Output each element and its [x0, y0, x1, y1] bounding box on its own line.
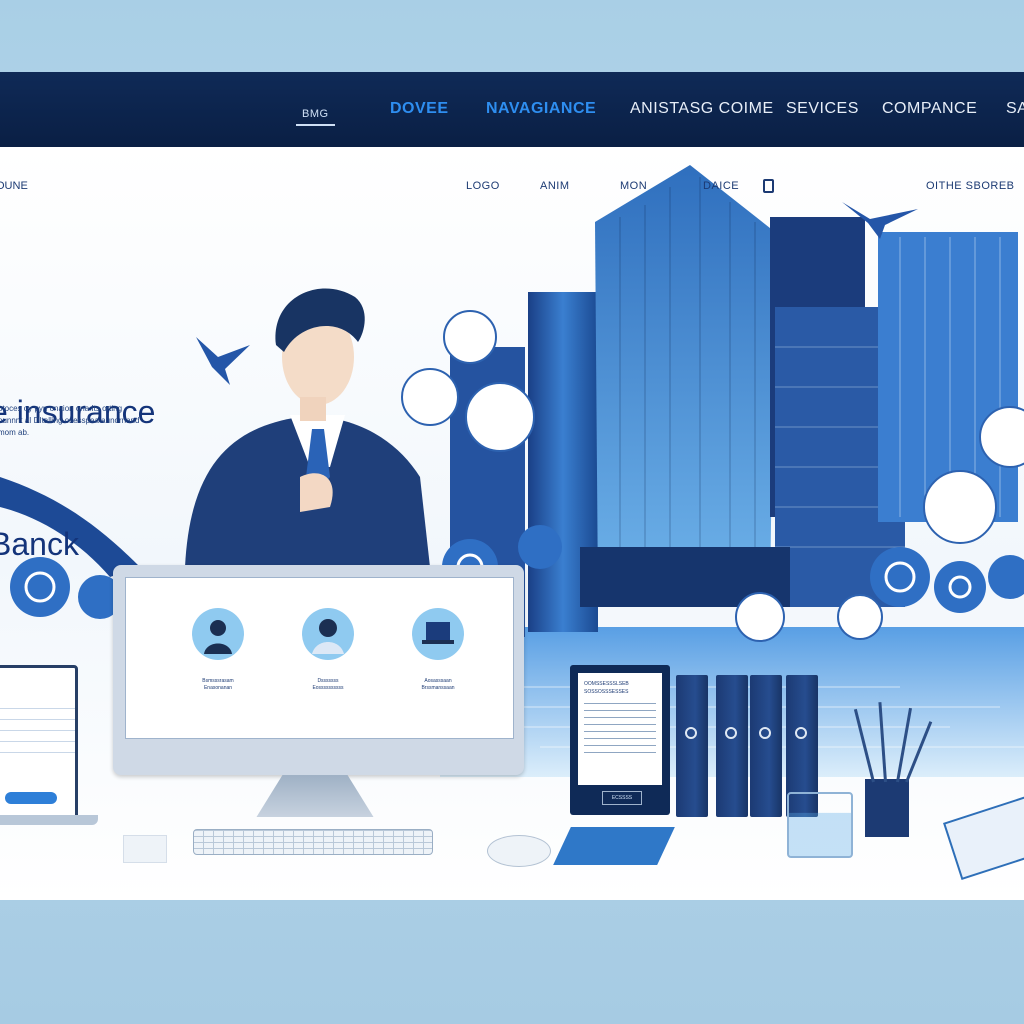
- nav-item-navagiance[interactable]: NAVAGIANCE: [486, 100, 596, 118]
- page-canvas: OUNE LOGO ANIM MON DAICE OITHE SBOREB e …: [0, 147, 1024, 900]
- cloud-swirl: [735, 592, 785, 642]
- nav-item-services[interactable]: SEVICES: [786, 100, 859, 118]
- wave-swirl: [934, 561, 986, 613]
- cloud-swirl: [443, 310, 497, 364]
- subnav-item-search[interactable]: OITHE SBOREB: [926, 180, 1015, 192]
- businessman-illustration: [185, 288, 430, 567]
- document-button[interactable]: ECSSSS: [602, 791, 642, 805]
- cloud-swirl: [465, 382, 535, 452]
- document-subheading: SOSSOSSSESSES: [584, 689, 629, 695]
- laptop: [0, 665, 78, 819]
- wave-swirl: [870, 547, 930, 607]
- binder: [716, 675, 748, 817]
- binder: [676, 675, 708, 817]
- hero-text-line1: otoces oy pyn onaion ona Its orting: [0, 404, 123, 413]
- cloud-swirl: [923, 470, 997, 544]
- subnav-item-mon[interactable]: MON: [620, 180, 647, 192]
- subnav-item-daice[interactable]: DAICE: [703, 180, 739, 192]
- hero-title-line2: Banck: [0, 526, 79, 562]
- document-display: OOMSSESSSLSEB SOSSOSSSESSES ECSSSS: [570, 665, 670, 815]
- mouse: [487, 835, 551, 867]
- document-paper: OOMSSESSSLSEB SOSSOSSSESSES: [578, 673, 662, 785]
- profile-sublabel: Brssmanssaan: [421, 685, 455, 691]
- laptop-base: [0, 815, 98, 825]
- nav-item-dovee[interactable]: DOVEE: [390, 100, 449, 118]
- profile-label: Bsmsssrasam: [202, 678, 234, 684]
- profile-sublabel: Enasonanan: [203, 685, 233, 691]
- hero-text-line3: mom ab.: [0, 428, 30, 437]
- monitor-screen: Bsmsssrasam Enasonanan Dsssssss Eossssss…: [125, 577, 514, 739]
- cloud-swirl: [401, 368, 459, 426]
- square-icon[interactable]: [763, 179, 774, 193]
- laptop-icon: [412, 608, 464, 660]
- user-icon: [302, 608, 354, 660]
- wave-swirl: [988, 555, 1024, 599]
- profile-card[interactable]: Aosasssaan Brssmanssaan: [403, 608, 473, 692]
- mousepad: [553, 827, 675, 865]
- business-card: [123, 835, 167, 863]
- person-icon: [192, 608, 244, 660]
- document-heading: OOMSSESSSLSEB: [584, 681, 629, 687]
- profile-card[interactable]: Bsmsssrasam Enasonanan: [183, 608, 253, 692]
- subnav-item-logo[interactable]: LOGO: [466, 180, 500, 192]
- profile-label: Dsssssss: [317, 678, 339, 684]
- wave-swirl: [518, 525, 562, 569]
- cloud-swirl: [837, 594, 883, 640]
- nav-item-anistasg-coime[interactable]: ANISTASG COIME: [630, 100, 774, 118]
- profile-card[interactable]: Dsssssss Eossssssssss: [293, 608, 363, 692]
- water-glass: [787, 792, 853, 858]
- top-navigation-bar: BMG DOVEE NAVAGIANCE ANISTASG COIME SEVI…: [0, 72, 1024, 147]
- subnav-item-anim[interactable]: ANIM: [540, 180, 570, 192]
- nav-item-compance[interactable]: COMPANCE: [882, 100, 977, 118]
- subnav-left[interactable]: OUNE: [0, 180, 28, 192]
- keyboard: [193, 829, 433, 855]
- desktop-monitor: Bsmsssrasam Enasonanan Dsssssss Eossssss…: [113, 565, 524, 775]
- hero-description: otoces oy pyn onaion ona Its orting ounn…: [0, 403, 188, 439]
- building-glass-main: [595, 165, 775, 597]
- nav-item-home[interactable]: BMG: [296, 108, 335, 126]
- profile-label: Aosasssaan: [424, 678, 452, 684]
- pen-cup: [865, 779, 909, 837]
- profile-sublabel: Eossssssssss: [312, 685, 344, 691]
- binder: [750, 675, 782, 817]
- bird-icon: [196, 337, 250, 385]
- laptop-button[interactable]: [5, 792, 57, 804]
- nav-item-sa[interactable]: SA: [1006, 100, 1024, 118]
- hero-text-line2: ounnnt aI DItalling osesspea aunornand: [0, 416, 140, 425]
